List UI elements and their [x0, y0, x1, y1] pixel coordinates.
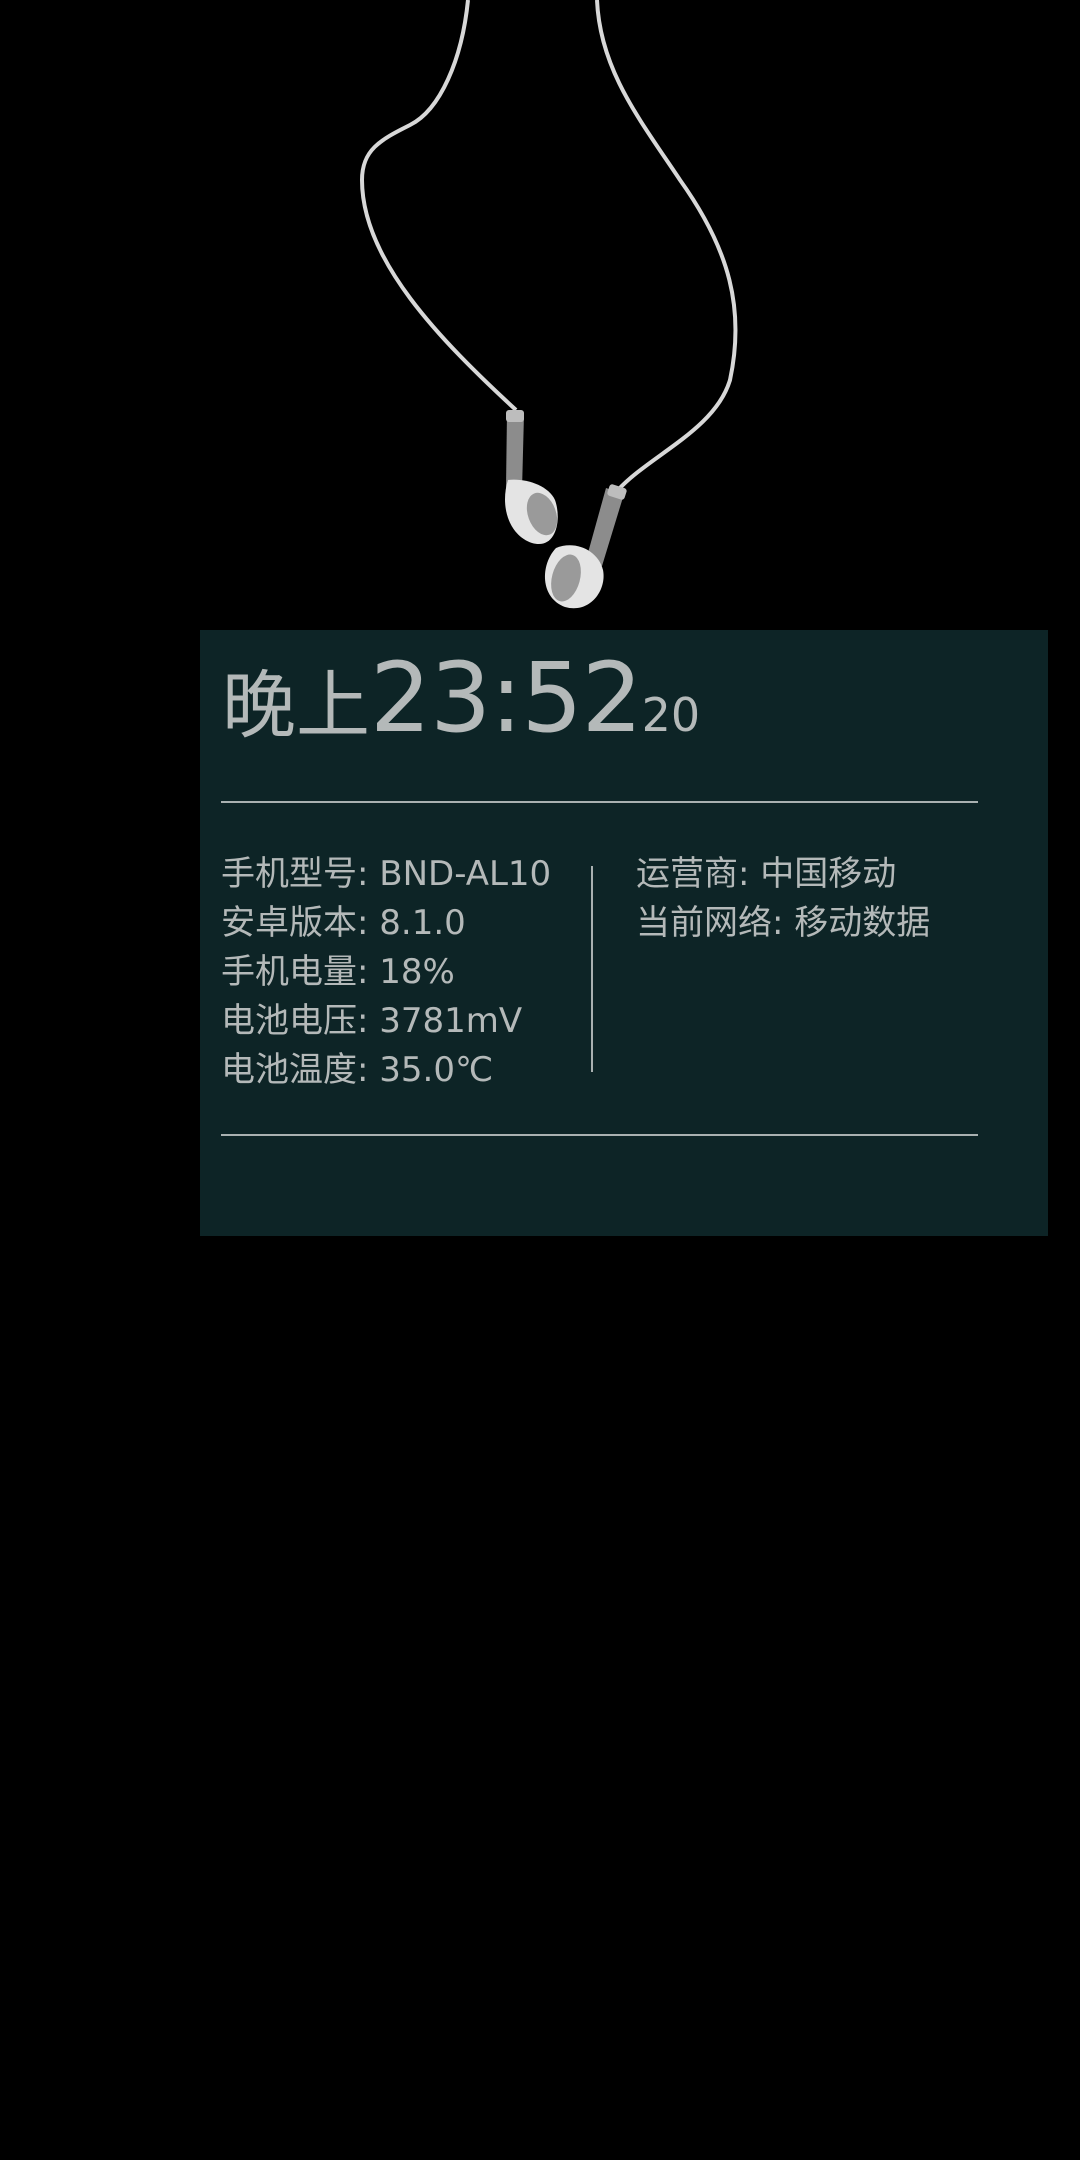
carrier-label: 运营商	[636, 854, 738, 894]
device-model-row: 手机型号: BND-AL10	[221, 854, 552, 894]
device-model-value: BND-AL10	[379, 854, 552, 894]
battery-voltage-label: 电池电压	[221, 1001, 357, 1041]
clock-hours-minutes: 23:52	[370, 642, 643, 754]
earphones-icon	[359, 0, 738, 609]
android-version-label: 安卓版本	[221, 903, 357, 943]
current-network-label: 当前网络	[636, 903, 772, 943]
device-info-list: 手机型号: BND-AL10 安卓版本: 8.1.0 手机电量: 18% 电池电…	[221, 850, 551, 1095]
battery-voltage-row: 电池电压: 3781mV	[221, 1001, 523, 1041]
battery-temperature-row: 电池温度: 35.0℃	[221, 1050, 494, 1090]
android-version-value: 8.1.0	[379, 903, 466, 943]
battery-level-label: 手机电量	[221, 952, 357, 992]
clock: 晚上 23:52 20	[222, 650, 700, 770]
battery-level-value: 18%	[379, 952, 455, 992]
battery-temperature-value: 35.0℃	[379, 1050, 494, 1090]
battery-level-row: 手机电量: 18%	[221, 952, 455, 992]
clock-period: 晚上	[222, 663, 370, 749]
current-network-row: 当前网络: 移动数据	[636, 903, 931, 943]
battery-temperature-label: 电池温度	[221, 1050, 357, 1090]
network-info-list: 运营商: 中国移动 当前网络: 移动数据	[636, 850, 930, 948]
current-network-value: 移动数据	[794, 903, 931, 943]
device-model-label: 手机型号	[221, 854, 357, 894]
column-divider	[591, 866, 593, 1072]
bottom-divider	[221, 1134, 978, 1136]
info-widget: 晚上 23:52 20 手机型号: BND-AL10 安卓版本: 8.1.0 手…	[200, 630, 1048, 1236]
battery-voltage-value: 3781mV	[379, 1001, 523, 1041]
lock-screen: 晚上 23:52 20 手机型号: BND-AL10 安卓版本: 8.1.0 手…	[0, 0, 1080, 2160]
carrier-row: 运营商: 中国移动	[636, 854, 897, 894]
top-divider	[221, 801, 978, 803]
android-version-row: 安卓版本: 8.1.0	[221, 903, 466, 943]
carrier-value: 中国移动	[760, 854, 897, 894]
clock-seconds: 20	[641, 688, 701, 742]
